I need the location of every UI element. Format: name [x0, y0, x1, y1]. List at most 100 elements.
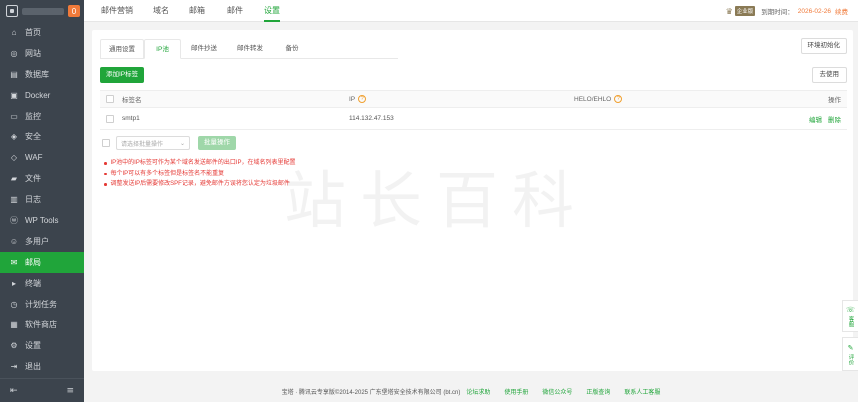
note-item: IP池中的IP标签可作为某个域名发送邮件的出口IP，在域名列表里配置 [104, 158, 296, 169]
footer-link-forum[interactable]: 论坛求助 [466, 387, 490, 396]
add-ip-tag-button[interactable]: 添加IP标签 [100, 67, 145, 83]
log-icon: ▥ [10, 195, 18, 205]
batch-action-button[interactable]: 批量操作 [198, 136, 236, 150]
col-ip: IP ? [349, 91, 367, 107]
subtab-backup[interactable]: 备份 [272, 39, 312, 59]
subtab-ip-pool[interactable]: IP池 [144, 39, 181, 59]
sidebar-item-label: 安全 [25, 132, 41, 142]
footer-link-manual[interactable]: 使用手册 [504, 387, 528, 396]
docker-icon: ▣ [10, 90, 18, 100]
server-ip-blurred [22, 7, 64, 15]
tab-domain[interactable]: 域名 [153, 0, 169, 22]
renew-link[interactable]: 续费 [835, 6, 848, 16]
sidebar: 0 ⌂ 首页 ◎ 网站 ▤ 数据库 ▣ Docker ▭ 监控 ◈ 安全 ◇ WAF ▰ 文件 ▥ 日志 ⓦ WP T… [0, 0, 84, 402]
sidebar-item-clock[interactable]: ◷ 计划任务 [0, 294, 84, 315]
sidebar-item-waf[interactable]: ◇ WAF [0, 147, 84, 168]
sidebar-item-wordpress[interactable]: ⓦ WP Tools [0, 210, 84, 231]
sidebar-item-logout[interactable]: ⇥ 退出 [0, 356, 84, 377]
sidebar-item-monitor[interactable]: ▭ 监控 [0, 106, 84, 127]
database-icon: ▤ [10, 69, 18, 79]
sidebar-item-label: 网站 [25, 48, 41, 58]
sidebar-item-globe[interactable]: ◎ 网站 [0, 43, 84, 64]
edit-icon: ✎ [847, 344, 854, 352]
row-ip: 114.132.47.153 [349, 115, 394, 122]
sidebar-item-store[interactable]: ▦ 软件商店 [0, 314, 84, 335]
server-icon [6, 5, 18, 17]
sidebar-item-label: 数据库 [25, 69, 49, 79]
tab-mailbox[interactable]: 邮箱 [189, 0, 205, 22]
tab-mail[interactable]: 邮件 [227, 0, 243, 22]
footer-link-verify[interactable]: 正版查询 [586, 387, 610, 396]
table-row: smtp1 114.132.47.153 编辑 删除 [100, 108, 847, 130]
sidebar-item-label: 监控 [25, 111, 41, 121]
store-icon: ▦ [10, 320, 18, 330]
globe-icon: ◎ [10, 48, 18, 58]
sidebar-item-label: 邮局 [25, 257, 41, 267]
sidebar-item-mail[interactable]: ✉ 邮局 [0, 251, 84, 273]
subtab-mail-forward[interactable]: 邮件转发 [228, 39, 272, 59]
notification-badge[interactable]: 0 [68, 5, 80, 17]
settings-subtabs: 通用设置 IP池 邮件抄送 邮件转发 备份 [100, 39, 398, 59]
sidebar-item-database[interactable]: ▤ 数据库 [0, 64, 84, 85]
batch-placeholder: 请选择批量操作 [121, 141, 164, 148]
sidebar-item-label: WP Tools [25, 215, 59, 225]
waf-icon: ◇ [10, 153, 18, 163]
sidebar-item-label: 多用户 [25, 236, 49, 246]
monitor-icon: ▭ [10, 111, 18, 121]
customer-service-button[interactable]: ☏ 客服 [842, 300, 858, 332]
edition-tag: 企业版 [734, 6, 756, 16]
batch-bar: 请选择批量操作 ⌄ 批量操作 [102, 136, 236, 150]
helo-help-icon[interactable]: ? [614, 95, 623, 103]
tab-email-marketing[interactable]: 邮件营销 [101, 0, 133, 22]
license-badge[interactable]: ♛ 企业版 [726, 6, 756, 16]
menu-icon[interactable]: ≡ [66, 386, 74, 396]
select-all-checkbox[interactable] [106, 95, 114, 103]
feedback-button[interactable]: ✎ 评价 [842, 337, 858, 371]
subtab-general[interactable]: 通用设置 [100, 39, 144, 59]
table-header: 标签名 IP ? HELO/EHLO ? 操作 [100, 90, 847, 108]
sidebar-item-users[interactable]: ☺ 多用户 [0, 231, 84, 252]
sidebar-item-label: 软件商店 [25, 320, 57, 330]
sidebar-item-label: 退出 [25, 362, 41, 372]
footer-link-support[interactable]: 联系人工客服 [624, 387, 660, 396]
sidebar-item-label: 文件 [25, 174, 41, 184]
logout-icon: ⇥ [10, 362, 18, 372]
footer-link-wechat[interactable]: 微信公众号 [542, 387, 572, 396]
go-use-button[interactable]: 去使用 [811, 67, 847, 83]
batch-select[interactable]: 请选择批量操作 ⌄ [116, 136, 190, 150]
edit-link[interactable]: 编辑 [809, 114, 822, 124]
ip-help-icon[interactable]: ? [358, 95, 367, 103]
sidebar-item-label: 首页 [25, 27, 41, 37]
sidebar-item-home[interactable]: ⌂ 首页 [0, 22, 84, 43]
mail-icon: ✉ [10, 257, 18, 267]
sidebar-item-log[interactable]: ▥ 日志 [0, 189, 84, 210]
note-item: 调整发送IP后需要修改SPF记录，避免邮件方误将您认定为垃圾邮件 [104, 179, 296, 190]
sidebar-item-docker[interactable]: ▣ Docker [0, 85, 84, 106]
collapse-icon[interactable]: ⇤ [10, 386, 18, 396]
tab-settings[interactable]: 设置 [264, 0, 280, 22]
col-ip-text: IP [349, 95, 356, 103]
copyright: 宝塔 · 腾讯云专享版©2014-2025 广东堡塔安全技术有限公司 (bt.c… [281, 389, 461, 396]
sidebar-item-folder[interactable]: ▰ 文件 [0, 168, 84, 189]
wordpress-icon: ⓦ [10, 215, 18, 225]
shield-icon: ◈ [10, 132, 18, 142]
sidebar-item-shield[interactable]: ◈ 安全 [0, 126, 84, 147]
sidebar-item-terminal[interactable]: ▸ 终端 [0, 273, 84, 294]
expire-label: 到期时间： [761, 9, 794, 16]
expire-date: 2026-02-26 [797, 7, 831, 15]
headset-icon: ☏ [846, 306, 855, 314]
sidebar-item-gear[interactable]: ⚙ 设置 [0, 335, 84, 356]
users-icon: ☺ [9, 236, 19, 246]
delete-link[interactable]: 删除 [828, 114, 841, 124]
license-info: ♛ 企业版 到期时间： 2026-02-26 续费 [726, 5, 848, 17]
env-init-button[interactable]: 环境初始化 [800, 38, 847, 54]
sidebar-item-label: Docker [25, 90, 51, 100]
sidebar-item-label: 终端 [25, 278, 41, 288]
row-checkbox[interactable] [106, 114, 114, 123]
clock-icon: ◷ [10, 299, 18, 309]
sidebar-nav: ⌂ 首页 ◎ 网站 ▤ 数据库 ▣ Docker ▭ 监控 ◈ 安全 ◇ WAF ▰ 文件 ▥ 日志 ⓦ WP Too… [0, 22, 84, 377]
batch-checkbox[interactable] [102, 139, 110, 147]
chevron-down-icon: ⌄ [179, 140, 185, 147]
row-actions: 编辑 删除 [803, 108, 841, 129]
subtab-mail-cc[interactable]: 邮件抄送 [182, 39, 226, 59]
